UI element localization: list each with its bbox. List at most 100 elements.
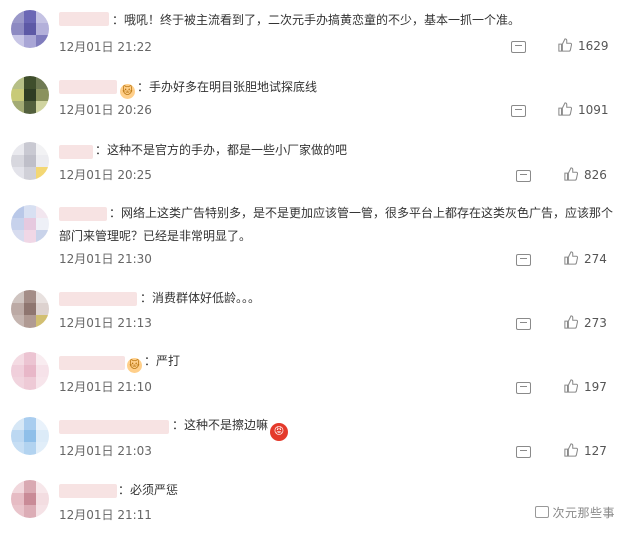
comment-icon[interactable] — [516, 170, 531, 182]
avatar-pixel — [36, 154, 49, 168]
like-count: 274 — [584, 252, 607, 266]
avatar-pixel — [11, 417, 24, 430]
username-blurred[interactable] — [59, 145, 93, 159]
comment-icon[interactable] — [516, 318, 531, 330]
comment-text: 🐱 ：手办好多在明目张胆地试探底线 — [118, 76, 613, 99]
thumbs-up-icon[interactable] — [564, 251, 578, 265]
username-blurred[interactable] — [59, 484, 117, 498]
avatar-pixel — [11, 352, 24, 365]
avatar-pixel — [23, 167, 37, 180]
avatar-pixel — [11, 429, 24, 443]
comment-icon[interactable] — [511, 41, 526, 53]
comment-icon[interactable] — [516, 254, 531, 266]
timestamp: 12月01日 21:13 — [59, 316, 152, 330]
timestamp: 12月01日 21:30 — [59, 252, 152, 266]
avatar-pixel — [11, 142, 24, 155]
avatar-pixel — [36, 76, 49, 89]
avatar[interactable] — [11, 142, 49, 180]
avatar-pixel — [23, 88, 37, 102]
avatar-pixel — [23, 492, 37, 506]
avatar[interactable] — [11, 205, 49, 243]
avatar-pixel — [36, 315, 49, 328]
like-count: 273 — [584, 316, 607, 330]
thumbs-up-icon[interactable] — [564, 443, 578, 457]
comment-icon[interactable] — [511, 105, 526, 117]
avatar-pixel — [11, 10, 24, 23]
avatar-pixel — [23, 22, 37, 36]
avatar-pixel — [23, 417, 37, 430]
avatar-pixel — [11, 101, 24, 114]
comment-text: ：这种不是擦边嘛 😡 — [172, 414, 613, 441]
avatar-pixel — [23, 230, 37, 243]
emoji-icon: 🐱 — [120, 84, 135, 99]
avatar-pixel — [11, 315, 24, 328]
watermark: 次元那些事 — [535, 504, 615, 521]
avatar-pixel — [23, 377, 37, 390]
timestamp: 12月01日 21:22 — [59, 40, 152, 54]
timestamp: 12月01日 20:25 — [59, 168, 152, 182]
emoji-icon: 🐱 — [127, 358, 142, 373]
timestamp: 12月01日 20:26 — [59, 103, 152, 117]
avatar-pixel — [36, 205, 49, 218]
avatar-pixel — [11, 364, 24, 378]
username-blurred[interactable] — [59, 292, 137, 306]
like-count: 197 — [584, 380, 607, 394]
avatar-pixel — [23, 302, 37, 316]
comment-text: ：消费群体好低龄。。。 — [140, 291, 261, 305]
comment-icon[interactable] — [516, 446, 531, 458]
thumbs-up-icon[interactable] — [564, 379, 578, 393]
comment-text: ：哦吼！终于被主流看到了，二次元手办搞黄恋童的不少，基本一抓一个准。 — [112, 13, 521, 27]
avatar-pixel — [36, 101, 49, 114]
avatar[interactable] — [11, 10, 49, 48]
avatar-pixel — [11, 22, 24, 36]
like-count: 1091 — [578, 103, 609, 117]
avatar-pixel — [36, 167, 49, 180]
avatar-pixel — [11, 442, 24, 455]
avatar-pixel — [11, 480, 24, 493]
timestamp: 12月01日 21:10 — [59, 380, 152, 394]
thumbs-up-icon[interactable] — [564, 167, 578, 181]
thumbs-up-icon[interactable] — [558, 102, 572, 116]
avatar-pixel — [23, 429, 37, 443]
avatar-pixel — [11, 377, 24, 390]
avatar-pixel — [23, 505, 37, 518]
avatar-pixel — [11, 205, 24, 218]
avatar-pixel — [36, 217, 49, 231]
avatar-pixel — [11, 230, 24, 243]
thumbs-up-icon[interactable] — [564, 315, 578, 329]
avatar-pixel — [23, 352, 37, 365]
avatar[interactable] — [11, 76, 49, 114]
avatar-pixel — [36, 88, 49, 102]
avatar[interactable] — [11, 352, 49, 390]
avatar-pixel — [36, 417, 49, 430]
username-blurred[interactable] — [59, 356, 125, 370]
avatar-pixel — [36, 290, 49, 303]
avatar[interactable] — [11, 290, 49, 328]
avatar-pixel — [11, 154, 24, 168]
username-blurred[interactable] — [59, 12, 109, 26]
avatar-pixel — [11, 167, 24, 180]
avatar-pixel — [23, 315, 37, 328]
avatar-pixel — [23, 142, 37, 155]
username-blurred[interactable] — [59, 420, 169, 434]
angry-emoji-icon: 😡 — [270, 423, 289, 441]
comment-text: 🐱 ：严打 — [125, 350, 613, 373]
avatar-pixel — [36, 364, 49, 378]
avatar-pixel — [36, 352, 49, 365]
avatar-pixel — [36, 442, 49, 455]
avatar-pixel — [36, 505, 49, 518]
username-blurred[interactable] — [59, 80, 117, 94]
thumbs-up-icon[interactable] — [558, 38, 572, 52]
avatar-pixel — [36, 377, 49, 390]
comment-text: ：必须严惩 — [118, 483, 179, 497]
avatar-pixel — [23, 35, 37, 48]
avatar-pixel — [36, 142, 49, 155]
avatar-pixel — [11, 290, 24, 303]
comment-icon[interactable] — [516, 382, 531, 394]
avatar[interactable] — [11, 417, 49, 455]
avatar-pixel — [11, 88, 24, 102]
avatar-pixel — [11, 302, 24, 316]
avatar[interactable] — [11, 480, 49, 518]
avatar-pixel — [23, 217, 37, 231]
like-count: 1629 — [578, 39, 609, 53]
